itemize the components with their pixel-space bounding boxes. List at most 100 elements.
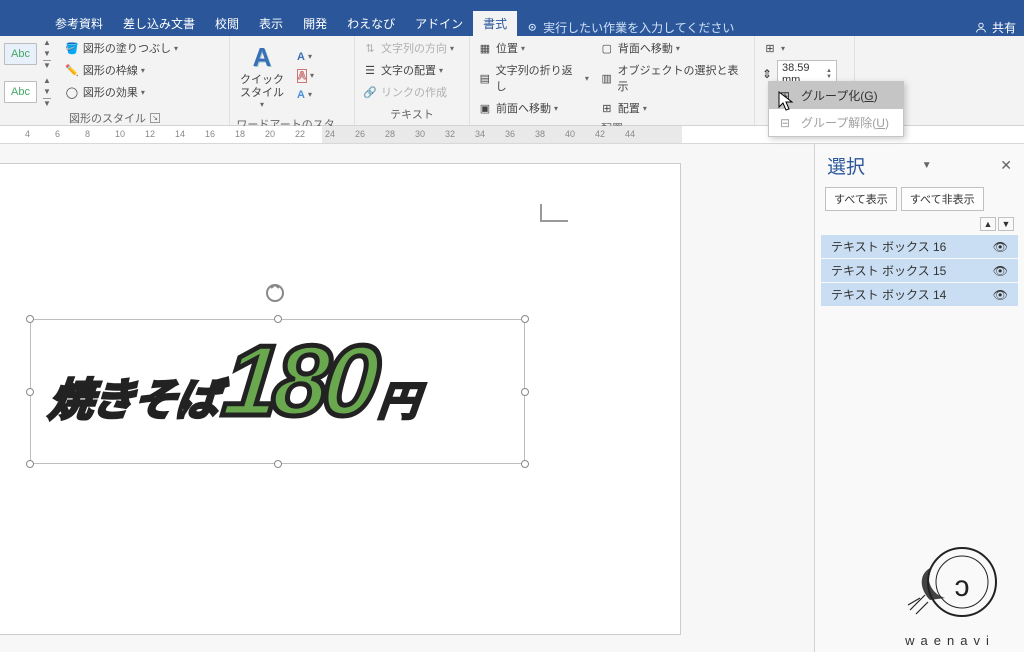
ruler-tick: 32 [445, 129, 455, 139]
height-icon: ⇕ [759, 66, 775, 82]
tab-review[interactable]: 校閲 [205, 11, 249, 36]
group-wordart: A クイック スタイル▾ A▾ A▾ A▾ ワードアートのスタイル↘ [230, 36, 355, 125]
list-item[interactable]: テキスト ボックス 16 👁 [821, 235, 1018, 258]
resize-handle[interactable] [26, 388, 34, 396]
group-label-text: テキスト [390, 106, 434, 122]
share-button[interactable]: 共有 [966, 19, 1024, 36]
resize-handle[interactable] [521, 315, 529, 323]
tab-view[interactable]: 表示 [249, 11, 293, 36]
shape-outline-button[interactable]: ✏️図形の枠線▾ [61, 60, 181, 80]
align-objects-icon: ⊞ [599, 100, 615, 116]
group-icon: ⊞ [762, 40, 778, 56]
ruler-tick: 28 [385, 129, 395, 139]
ruler-tick: 26 [355, 129, 365, 139]
group-dropdown-button[interactable]: ⊞▾ [759, 38, 837, 58]
rotation-handle-icon[interactable] [264, 282, 286, 304]
text-align-button[interactable]: ☰文字の配置▾ [359, 60, 457, 80]
text-direction-icon: ⇅ [362, 40, 378, 56]
list-item[interactable]: テキスト ボックス 14👁 [821, 283, 1018, 306]
selection-pane-icon: ▥ [599, 70, 615, 86]
pane-menu-button[interactable]: ▼ [922, 160, 932, 171]
selection-pane-button[interactable]: ▥オブジェクトの選択と表示 [596, 60, 750, 96]
text-fill-button[interactable]: A▾ [294, 49, 317, 65]
move-up-button[interactable]: ▲ [980, 217, 996, 231]
menu-item-ungroup: ⊟ グループ解除(U) [769, 109, 903, 136]
pencil-outline-icon: ✏️ [64, 62, 80, 78]
document-canvas[interactable]: 焼きそば 180 円 [0, 144, 814, 652]
wrap-icon: ▤ [477, 70, 493, 86]
resize-handle[interactable] [274, 315, 282, 323]
dialog-launcher-icon[interactable]: ↘ [150, 113, 160, 123]
ungroup-icon: ⊟ [777, 115, 793, 131]
ribbon: Abc ▲▼▼ Abc ▲▼▼ 🪣図形の塗りつぶし▾ ✏️図形の枠線▾ ◯図形の… [0, 36, 1024, 126]
svg-text:ɔ: ɔ [955, 570, 970, 603]
text-outline-button[interactable]: A▾ [294, 67, 317, 85]
list-item[interactable]: テキスト ボックス 15 👁 [821, 259, 1018, 282]
align-button[interactable]: ⊞配置▾ [596, 98, 750, 118]
wrap-text-button[interactable]: ▤文字列の折り返し▾ [474, 60, 592, 96]
wordart-a-icon: A [246, 42, 278, 74]
shape-style-preset[interactable]: Abc [4, 43, 37, 65]
ruler-tick: 12 [145, 129, 155, 139]
ruler-tick: 22 [295, 129, 305, 139]
tab-waenabi[interactable]: わえなび [337, 11, 405, 36]
visibility-toggle-icon[interactable]: 👁 [993, 240, 1008, 254]
tab-references[interactable]: 参考資料 [45, 11, 113, 36]
menu-item-group[interactable]: ⊞ グループ化(G) [769, 82, 903, 109]
ruler-tick: 38 [535, 129, 545, 139]
list-item-label: テキスト ボックス 15 [831, 262, 946, 279]
text-effects-button[interactable]: A▾ [294, 87, 317, 103]
resize-handle[interactable] [26, 460, 34, 468]
shape-style-preset-2[interactable]: Abc [4, 81, 37, 103]
watermark-text: waenavi [890, 633, 1010, 648]
tab-mailings[interactable]: 差し込み文書 [113, 11, 205, 36]
quick-styles-button[interactable]: A クイック スタイル▾ [234, 38, 290, 114]
menu-item-ungroup-label: グループ解除(U) [801, 116, 889, 130]
bring-forward-button[interactable]: ▣前面へ移動▾ [474, 98, 592, 118]
resize-handle[interactable] [521, 388, 529, 396]
paint-bucket-icon: 🪣 [64, 40, 80, 56]
visibility-toggle-icon[interactable]: 👁 [993, 288, 1008, 302]
move-down-button[interactable]: ▼ [998, 217, 1014, 231]
text-direction-button: ⇅文字列の方向▾ [359, 38, 457, 58]
ruler-tick: 44 [625, 129, 635, 139]
bring-forward-icon: ▣ [477, 100, 493, 116]
shape-fill-button[interactable]: 🪣図形の塗りつぶし▾ [61, 38, 181, 58]
hide-all-button[interactable]: すべて非表示 [901, 187, 984, 211]
tab-format[interactable]: 書式 [473, 11, 517, 36]
group-text: ⇅文字列の方向▾ ☰文字の配置▾ 🔗リンクの作成 テキスト [355, 36, 470, 125]
share-label: 共有 [992, 19, 1016, 36]
list-item-label: テキスト ボックス 16 [831, 238, 946, 255]
ruler-tick: 20 [265, 129, 275, 139]
shape-effects-button[interactable]: ◯図形の効果▾ [61, 82, 181, 102]
wordart-text-3: 円 [376, 369, 421, 427]
wordart-text-1: 焼きそば [47, 364, 222, 428]
group-label-shape-styles: 図形のスタイル [69, 110, 146, 126]
tell-me-label: 実行したい作業を入力してください [543, 19, 734, 36]
page: 焼きそば 180 円 [0, 164, 680, 634]
wordart-group[interactable]: 焼きそば 180 円 [50, 339, 418, 428]
send-backward-button[interactable]: ▢背面へ移動▾ [596, 38, 750, 58]
resize-handle[interactable] [521, 460, 529, 468]
resize-handle[interactable] [26, 315, 34, 323]
wordart-text-2: 180 [220, 339, 378, 424]
resize-handle[interactable] [274, 460, 282, 468]
selection-pane: 選択 ▼ ✕ すべて表示 すべて非表示 ▲ ▼ テキスト ボックス 16👁 テキ… [814, 144, 1024, 652]
send-backward-icon: ▢ [599, 40, 615, 56]
tell-me-search[interactable]: 実行したい作業を入力してください [527, 19, 734, 36]
visibility-toggle-icon[interactable]: 👁 [993, 264, 1008, 278]
watermark-logo: ɔ waenavi [890, 540, 1010, 648]
tab-developer[interactable]: 開発 [293, 11, 337, 36]
group-arrange: ▦位置▾ ▤文字列の折り返し▾ ▣前面へ移動▾ ▢背面へ移動▾ ▥オブジェクトの… [470, 36, 755, 125]
tab-addin[interactable]: アドイン [405, 11, 473, 36]
ruler-tick: 40 [565, 129, 575, 139]
create-link-button: 🔗リンクの作成 [359, 82, 457, 102]
group-dropdown-menu: ⊞ グループ化(G) ⊟ グループ解除(U) [768, 81, 904, 137]
link-icon: 🔗 [362, 84, 378, 100]
show-all-button[interactable]: すべて表示 [825, 187, 897, 211]
position-button[interactable]: ▦位置▾ [474, 38, 592, 58]
pane-close-button[interactable]: ✕ [1000, 157, 1012, 174]
ruler-tick: 16 [205, 129, 215, 139]
menu-item-group-label: グループ化(G) [801, 89, 878, 103]
ruler-tick: 24 [325, 129, 335, 139]
